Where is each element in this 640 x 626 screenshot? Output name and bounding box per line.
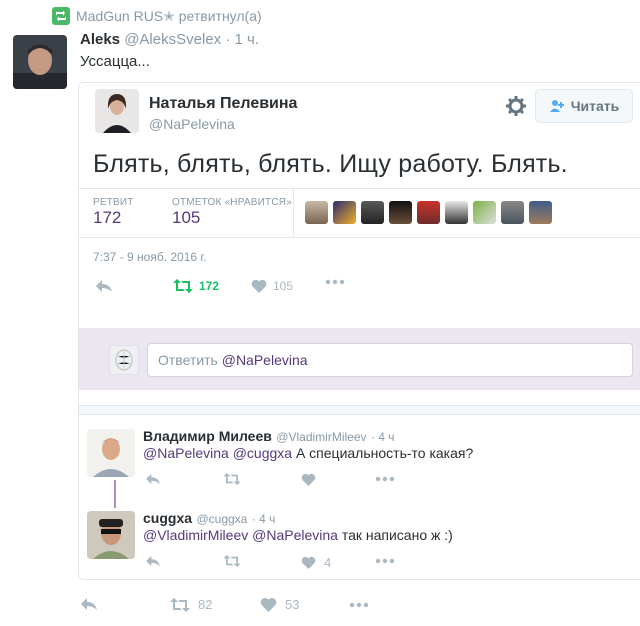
quoted-avatar[interactable] [95, 89, 139, 133]
reply-icon [81, 598, 97, 610]
retweet-count: 82 [198, 597, 213, 612]
reply-button[interactable] [145, 555, 161, 567]
retweet-header: MadGun RUS✭ ретвитнул(а) [52, 7, 262, 25]
like-count: 53 [285, 597, 300, 612]
reply-author-username[interactable]: @VladimirMileev [276, 430, 366, 444]
like-button[interactable]: 4 [301, 555, 331, 570]
quoted-author-name[interactable]: Наталья Пелевина [149, 95, 297, 113]
follow-button[interactable]: Читать [535, 89, 633, 123]
liker-avatar[interactable] [529, 201, 552, 224]
reply-mention[interactable]: @VladimirMileev [143, 527, 248, 543]
tweet-header: Aleks @AleksSvelex · 1 ч. [80, 31, 259, 48]
reply-header: cuggxa @cuggxa · 4 ч [143, 510, 275, 528]
follow-label: Читать [570, 98, 620, 114]
tweet-text: Уссацца... [80, 53, 150, 70]
reply-author-username[interactable]: @cuggxa [196, 512, 247, 526]
like-count: 4 [324, 555, 332, 570]
retweet-button[interactable]: 172 [173, 279, 219, 293]
quoted-date[interactable]: 7:37 - 9 нояб. 2016 г. [93, 250, 207, 264]
author-username[interactable]: @AleksSvelex [124, 31, 221, 48]
retweet-stat-value: 172 [93, 208, 122, 227]
tweet-time[interactable]: · 1 ч. [225, 31, 259, 48]
more-icon [375, 476, 395, 482]
liker-avatar[interactable] [445, 201, 468, 224]
liker-avatar[interactable] [305, 201, 328, 224]
reply-time[interactable]: · 4 ч [252, 512, 276, 526]
reply-input[interactable]: Ответить @NaPelevina [147, 343, 633, 377]
reply-body: А специальность-то какая? [295, 445, 474, 461]
thread-line [114, 480, 116, 508]
retweet-icon [223, 473, 241, 485]
retweet-icon [170, 597, 190, 612]
my-avatar [109, 345, 139, 375]
more-button[interactable] [375, 476, 395, 482]
quoted-author-username[interactable]: @NaPelevina [149, 116, 235, 132]
more-icon [349, 602, 369, 608]
reply-text: @VladimirMileev @NaPelevina так написано… [143, 527, 453, 543]
like-count: 105 [273, 279, 294, 293]
retweet-stat[interactable]: РЕТВИТ 172 [93, 197, 134, 228]
liker-avatar[interactable] [501, 201, 524, 224]
add-user-icon [549, 100, 564, 112]
retweet-count: 172 [199, 279, 220, 293]
retweet-icon [223, 555, 241, 567]
reply-icon [96, 280, 112, 292]
reply-button[interactable] [95, 279, 113, 293]
heart-icon [251, 279, 267, 293]
reply-mention[interactable]: @NaPelevina [252, 527, 338, 543]
like-button[interactable]: 53 [260, 597, 299, 612]
quoted-tweet-card[interactable]: Наталья Пелевина @NaPelevina Читать Блят… [78, 82, 640, 580]
reply-author-name[interactable]: cuggxa [143, 510, 192, 526]
liker-avatar[interactable] [389, 201, 412, 224]
retweeted-by-text[interactable]: MadGun RUS✭ ретвитнул(а) [76, 8, 262, 25]
reply-time[interactable]: · 4 ч [371, 430, 395, 444]
reply-author-name[interactable]: Владимир Милеев [143, 428, 272, 444]
more-button[interactable] [348, 602, 370, 608]
reply-mention: @NaPelevina [221, 352, 308, 368]
reply-button[interactable] [145, 473, 161, 485]
like-button[interactable] [301, 473, 324, 486]
author-name[interactable]: Aleks [80, 31, 120, 48]
heart-icon [301, 473, 316, 486]
reply-button[interactable] [80, 597, 98, 611]
retweet-button[interactable]: 82 [170, 597, 212, 612]
reply-avatar[interactable] [87, 511, 135, 559]
reply-icon [146, 473, 160, 485]
retweet-icon [173, 279, 193, 293]
liker-avatar[interactable] [473, 201, 496, 224]
liker-avatar[interactable] [417, 201, 440, 224]
retweet-stat-label: РЕТВИТ [93, 197, 134, 208]
reply-body: так написано ж :) [341, 527, 453, 543]
liker-avatar[interactable] [361, 201, 384, 224]
more-button[interactable] [325, 279, 345, 285]
like-stat-label: ОТМЕТОК «НРАВИТСЯ» [172, 197, 292, 208]
stats-divider [293, 188, 294, 238]
reply-avatar[interactable] [87, 429, 135, 477]
retweet-icon [52, 7, 70, 25]
retweet-button[interactable] [223, 555, 241, 567]
gear-icon[interactable] [503, 93, 529, 119]
more-icon [325, 279, 345, 285]
heart-icon [301, 556, 316, 569]
more-icon [375, 558, 395, 564]
reply-header: Владимир Милеев @VladimirMileev · 4 ч [143, 428, 395, 446]
reply-mention[interactable]: @NaPelevina [143, 445, 229, 461]
avatar[interactable] [13, 35, 67, 89]
like-stat-value: 105 [172, 208, 201, 227]
reply-placeholder: Ответить [158, 352, 218, 368]
liker-avatars [305, 201, 552, 224]
like-button[interactable]: 105 [251, 279, 293, 293]
replies-separator [79, 405, 640, 415]
liker-avatar[interactable] [333, 201, 356, 224]
quoted-tweet-text: Блять, блять, блять. Ищу работу. Блять. [93, 150, 568, 178]
like-stat[interactable]: ОТМЕТОК «НРАВИТСЯ» 105 [172, 197, 292, 228]
more-button[interactable] [375, 558, 395, 564]
heart-icon [260, 598, 277, 612]
retweet-button[interactable] [223, 473, 241, 485]
reply-icon [146, 555, 160, 567]
reply-mention[interactable]: @cuggxa [233, 445, 292, 461]
reply-text: @NaPelevina @cuggxa А специальность-то к… [143, 445, 473, 461]
